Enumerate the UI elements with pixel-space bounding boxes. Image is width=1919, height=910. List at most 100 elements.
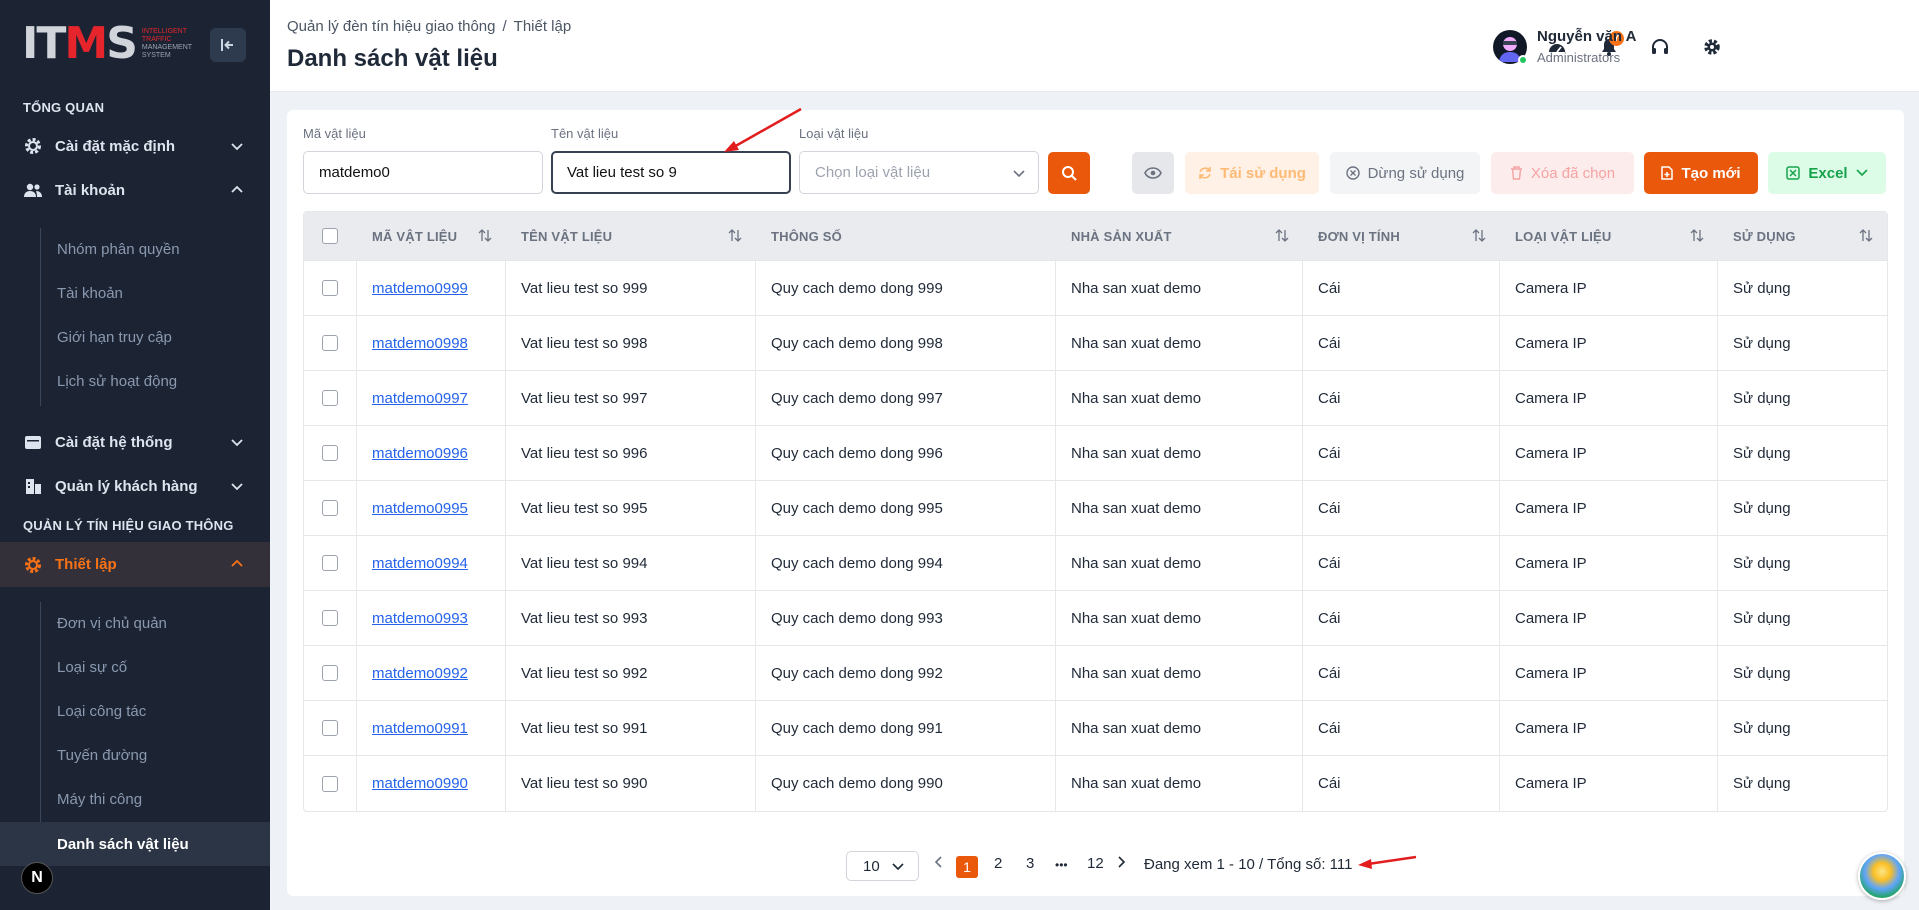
- cell-name-cell: Vat lieu test so 991: [506, 701, 756, 755]
- cell-type-cell: Camera IP: [1500, 426, 1718, 480]
- nav-accounts[interactable]: Tài khoản: [0, 168, 270, 212]
- col-header-type[interactable]: LOẠI VẬT LIỆU: [1500, 212, 1718, 260]
- nav-system-settings[interactable]: Cài đặt hệ thống: [0, 420, 270, 464]
- row-checkbox[interactable]: [322, 390, 338, 406]
- cell-code[interactable]: matdemo0992: [372, 665, 468, 682]
- sidebar-item-accounts[interactable]: Tài khoản: [57, 285, 123, 302]
- cell-type: Camera IP: [1515, 664, 1587, 682]
- delete-selected-button[interactable]: Xóa đã chọn: [1491, 152, 1634, 194]
- eye-icon: [1144, 167, 1162, 179]
- row-checkbox[interactable]: [322, 775, 338, 792]
- excel-export-button[interactable]: Excel: [1768, 152, 1886, 194]
- col-header-manufacturer[interactable]: NHÀ SẢN XUẤT: [1056, 212, 1303, 260]
- cell-manufacturer-cell: Nha san xuat demo: [1056, 756, 1303, 811]
- cell-code[interactable]: matdemo0999: [372, 280, 468, 297]
- cell-name: Vat lieu test so 997: [521, 389, 648, 407]
- cell-code-cell: matdemo0995: [357, 481, 506, 535]
- row-checkbox[interactable]: [322, 720, 338, 736]
- row-select-cell: [304, 701, 357, 755]
- sidebar-item-routes[interactable]: Tuyến đường: [57, 747, 147, 764]
- sidebar-item-owner-units[interactable]: Đơn vị chủ quản: [57, 615, 167, 632]
- sidebar-item-machines[interactable]: Máy thi công: [57, 791, 142, 808]
- page-3-button[interactable]: 3: [1026, 855, 1034, 872]
- page-2-button[interactable]: 2: [994, 855, 1002, 872]
- table-row: matdemo0992 Vat lieu test so 992 Quy cach …: [304, 646, 1887, 701]
- page-ellipsis[interactable]: •••: [1055, 858, 1068, 872]
- toggle-columns-button[interactable]: [1132, 152, 1174, 194]
- material-name-input[interactable]: [551, 151, 791, 194]
- sort-icon[interactable]: [728, 229, 742, 242]
- row-checkbox[interactable]: [322, 335, 338, 351]
- collapse-sidebar-button[interactable]: [210, 28, 246, 62]
- collapse-icon: [221, 39, 233, 51]
- cell-code[interactable]: matdemo0996: [372, 445, 468, 462]
- cell-spec-cell: Quy cach demo dong 996: [756, 426, 1056, 480]
- page-1-button[interactable]: 1: [956, 856, 978, 878]
- row-select-cell: [304, 646, 357, 700]
- sidebar-item-material-list[interactable]: Danh sách vật liệu: [0, 822, 270, 866]
- sort-icon[interactable]: [478, 229, 492, 242]
- create-button[interactable]: Tạo mới: [1644, 152, 1758, 194]
- section-traffic-signal: QUẢN LÝ TÍN HIỆU GIAO THÔNG: [23, 518, 234, 533]
- reuse-button[interactable]: Tái sử dụng: [1185, 152, 1319, 194]
- gear-icon: [24, 137, 42, 155]
- sidebar-item-permission-groups[interactable]: Nhóm phân quyền: [57, 241, 180, 258]
- page-size-select[interactable]: 10: [846, 851, 919, 881]
- support-button[interactable]: [1645, 32, 1675, 62]
- nav-setup[interactable]: Thiết lập: [0, 542, 270, 587]
- search-button[interactable]: [1048, 152, 1090, 194]
- col-header-status[interactable]: SỬ DỤNG: [1718, 212, 1887, 260]
- prev-page-button[interactable]: [934, 855, 944, 872]
- cell-status: Sử dụng: [1733, 719, 1791, 737]
- cell-spec-cell: Quy cach demo dong 991: [756, 701, 1056, 755]
- user-name[interactable]: Nguyễn văn A: [1537, 28, 1636, 45]
- cell-code-cell: matdemo0994: [357, 536, 506, 590]
- settings-button[interactable]: [1697, 32, 1727, 62]
- cell-unit-cell: Cái: [1303, 261, 1500, 315]
- col-header-name[interactable]: TÊN VẬT LIỆU: [506, 212, 756, 260]
- cell-code[interactable]: matdemo0998: [372, 335, 468, 352]
- sidebar-item-incident-types[interactable]: Loại sự cố: [57, 659, 127, 676]
- row-checkbox[interactable]: [322, 665, 338, 681]
- sort-icon[interactable]: [1690, 229, 1704, 242]
- col-header-unit[interactable]: ĐƠN VỊ TÍNH: [1303, 212, 1500, 260]
- cell-spec: Quy cach demo dong 993: [771, 609, 943, 627]
- breadcrumb-root[interactable]: Quản lý đèn tín hiệu giao thông: [287, 18, 496, 35]
- nav-customer-management[interactable]: Quản lý khách hàng: [0, 464, 270, 508]
- breadcrumb-current[interactable]: Thiết lập: [514, 18, 572, 35]
- next-dev-badge[interactable]: N: [21, 862, 53, 894]
- select-all-checkbox[interactable]: [322, 228, 338, 244]
- sort-icon[interactable]: [1859, 229, 1873, 242]
- pagination-summary: Đang xem 1 - 10 / Tổng số: 111: [1144, 856, 1353, 873]
- cell-code[interactable]: matdemo0991: [372, 720, 468, 737]
- row-checkbox[interactable]: [322, 280, 338, 296]
- cell-spec-cell: Quy cach demo dong 992: [756, 646, 1056, 700]
- cell-code[interactable]: matdemo0995: [372, 500, 468, 517]
- sidebar: ITMS INTELLIGENT TRAFFIC MANAGEMENT SYST…: [0, 0, 270, 910]
- cell-unit-cell: Cái: [1303, 371, 1500, 425]
- chevron-right-icon: [1118, 856, 1126, 868]
- row-checkbox[interactable]: [322, 500, 338, 516]
- sidebar-item-activity-history[interactable]: Lịch sử hoạt động: [57, 373, 177, 390]
- cell-status: Sử dụng: [1733, 664, 1791, 682]
- sidebar-item-work-types[interactable]: Loại công tác: [57, 703, 146, 720]
- row-checkbox[interactable]: [322, 555, 338, 571]
- floating-assistant-button[interactable]: [1858, 852, 1906, 900]
- nav-default-settings[interactable]: Cài đặt mặc định: [0, 124, 270, 168]
- stop-using-button[interactable]: Dừng sử dụng: [1330, 152, 1480, 194]
- material-code-input[interactable]: [303, 151, 543, 194]
- cell-spec-cell: Quy cach demo dong 997: [756, 371, 1056, 425]
- next-page-button[interactable]: [1116, 855, 1126, 872]
- material-type-select[interactable]: Chọn loại vật liệu: [799, 151, 1039, 194]
- row-checkbox[interactable]: [322, 610, 338, 626]
- sidebar-item-access-limit[interactable]: Giới hạn truy cập: [57, 329, 172, 346]
- row-checkbox[interactable]: [322, 445, 338, 461]
- sort-icon[interactable]: [1275, 229, 1289, 242]
- col-header-code[interactable]: MÃ VẬT LIỆU: [357, 212, 506, 260]
- cell-code[interactable]: matdemo0993: [372, 610, 468, 627]
- cell-code[interactable]: matdemo0997: [372, 390, 468, 407]
- cell-code[interactable]: matdemo0990: [372, 775, 468, 792]
- sort-icon[interactable]: [1472, 229, 1486, 242]
- cell-code[interactable]: matdemo0994: [372, 555, 468, 572]
- page-12-button[interactable]: 12: [1087, 855, 1104, 872]
